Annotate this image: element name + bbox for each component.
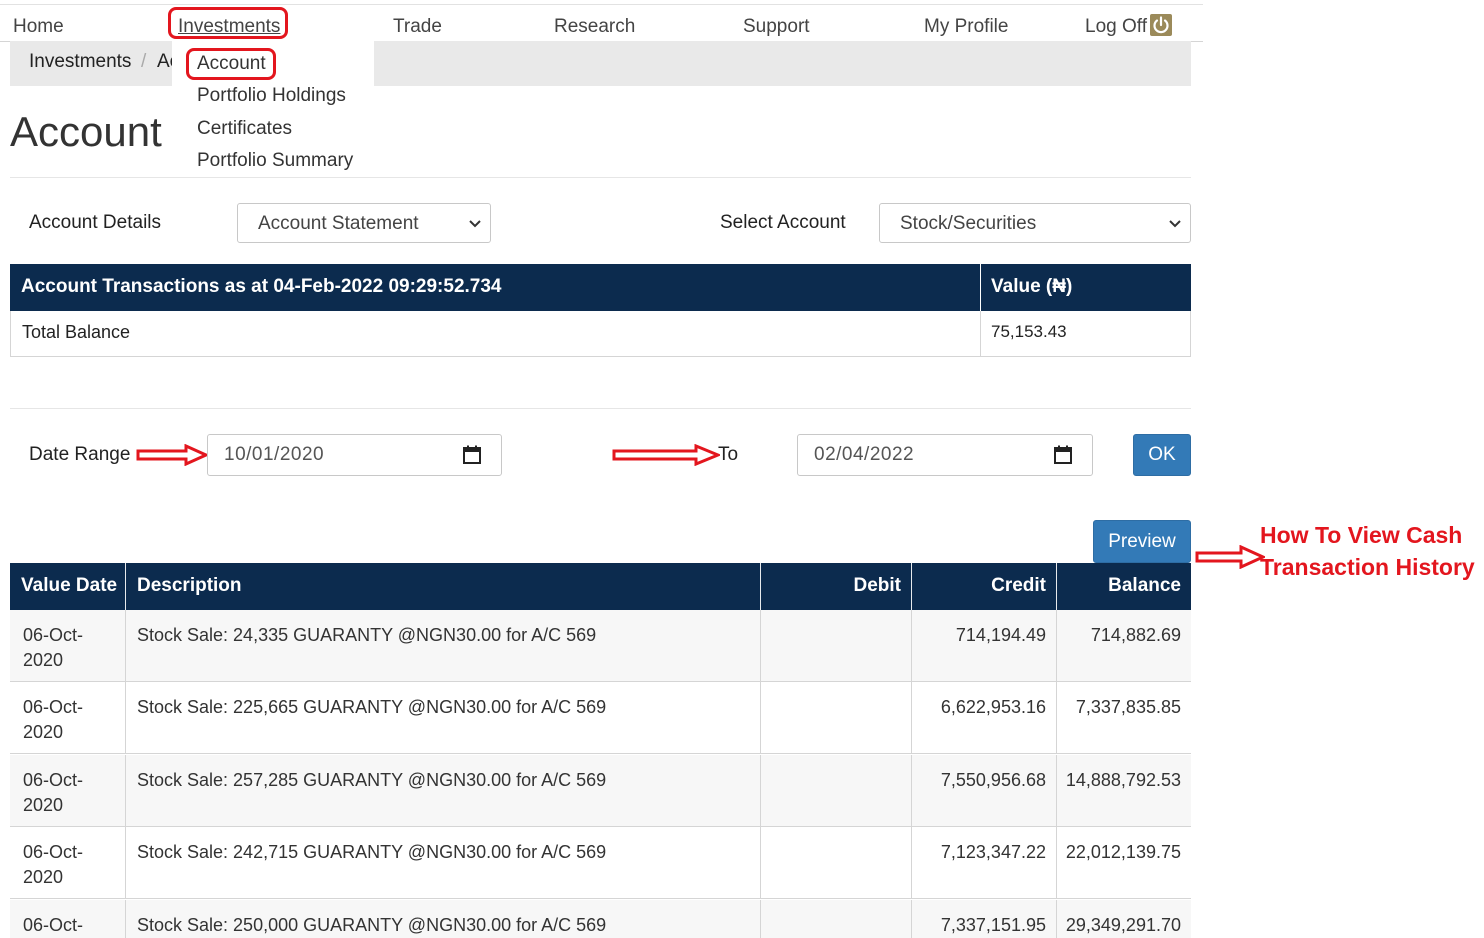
column-divider — [125, 563, 126, 610]
column-divider — [1056, 563, 1057, 610]
divider — [10, 177, 1191, 178]
transactions-table-header: Value Date Description Debit Credit Bala… — [10, 563, 1191, 610]
balance: 22,012,139.75 — [1065, 842, 1181, 862]
value-date: 06-Oct- 2020 — [23, 770, 84, 815]
description: Stock Sale: 257,285 GUARANTY @NGN30.00 f… — [137, 770, 607, 790]
date-to-input[interactable]: 02/04/2022 — [797, 434, 1093, 476]
description: Stock Sale: 242,715 GUARANTY @NGN30.00 f… — [137, 842, 607, 862]
column-divider — [980, 264, 981, 311]
arrow-right-icon — [136, 444, 208, 466]
balance: 714,882.69 — [1090, 625, 1181, 645]
menu-item-portfolio-summary[interactable]: Portfolio Summary — [197, 150, 353, 172]
account-details-select[interactable]: Account Statement — [237, 203, 491, 243]
value-date: 06-Oct- 2020 — [23, 625, 84, 670]
summary-table-header: Account Transactions as at 04-Feb-2022 0… — [10, 264, 1191, 311]
annotation-line-1: How To View Cash — [1260, 522, 1463, 548]
column-divider — [980, 311, 981, 356]
menu-item-certificates[interactable]: Certificates — [197, 118, 292, 140]
nav-trade[interactable]: Trade — [393, 16, 442, 38]
credit: 7,123,347.22 — [940, 842, 1046, 862]
date-to-label: To — [718, 444, 739, 465]
balance: 29,349,291.70 — [1065, 915, 1181, 935]
chevron-down-icon — [1169, 220, 1181, 228]
nav-home[interactable]: Home — [13, 16, 64, 38]
investments-highlight — [168, 7, 288, 39]
ok-button[interactable]: OK — [1133, 434, 1191, 476]
table-row: 06-Oct- Stock Sale: 250,000 GUARANTY @NG… — [10, 900, 1191, 938]
nav-research[interactable]: Research — [554, 16, 635, 38]
table-row: 06-Oct- 2020 Stock Sale: 24,335 GUARANTY … — [10, 610, 1191, 682]
col-header-debit: Debit — [853, 575, 902, 596]
account-details-label: Account Details — [29, 212, 162, 233]
menu-item-portfolio-holdings[interactable]: Portfolio Holdings — [197, 85, 346, 107]
table-row: 06-Oct- 2020 Stock Sale: 225,665 GUARANTY… — [10, 682, 1191, 754]
col-header-value-date: Value Date — [21, 575, 118, 596]
balance: 14,888,792.53 — [1065, 770, 1181, 790]
nav-my-profile[interactable]: My Profile — [924, 16, 1008, 38]
total-balance-value: 75,153.43 — [991, 322, 1067, 341]
select-account-value: Stock/Securities — [900, 213, 1037, 234]
breadcrumb-investments[interactable]: Investments — [29, 51, 131, 73]
date-range-label: Date Range — [29, 444, 131, 465]
description: Stock Sale: 225,665 GUARANTY @NGN30.00 f… — [137, 697, 607, 717]
preview-button[interactable]: Preview — [1093, 520, 1191, 563]
total-balance-label: Total Balance — [22, 322, 131, 342]
account-details-value: Account Statement — [258, 213, 419, 234]
breadcrumb-separator: / — [141, 51, 147, 72]
select-account-label: Select Account — [720, 212, 846, 233]
col-header-credit: Credit — [991, 575, 1046, 596]
arrow-right-icon — [612, 444, 720, 466]
calendar-icon[interactable] — [463, 445, 481, 464]
annotation-line-2: Transaction History — [1260, 554, 1475, 580]
summary-header-title: Account Transactions as at 04-Feb-2022 0… — [21, 276, 502, 297]
col-header-balance: Balance — [1108, 575, 1181, 596]
date-to-value: 02/04/2022 — [814, 444, 915, 465]
credit: 714,194.49 — [955, 625, 1046, 645]
value-date: 06-Oct- 2020 — [23, 697, 84, 742]
divider — [10, 408, 1191, 409]
column-divider — [911, 563, 912, 610]
col-header-description: Description — [137, 575, 242, 596]
credit: 6,622,953.16 — [940, 697, 1046, 717]
credit: 7,550,956.68 — [940, 770, 1046, 790]
summary-header-value: Value (₦) — [991, 276, 1073, 297]
value-date: 06-Oct- — [23, 915, 84, 935]
nav-log-off[interactable]: Log Off — [1085, 16, 1147, 38]
chevron-down-icon — [469, 220, 481, 228]
power-icon[interactable] — [1150, 14, 1172, 36]
annotation-note: How To View Cash Transaction History — [1260, 519, 1475, 583]
summary-row: Total Balance 75,153.43 — [10, 311, 1191, 357]
credit: 7,337,151.95 — [940, 915, 1046, 935]
column-divider — [760, 563, 761, 610]
date-from-input[interactable]: 10/01/2020 — [207, 434, 502, 476]
calendar-icon[interactable] — [1054, 445, 1072, 464]
table-row: 06-Oct- 2020 Stock Sale: 242,715 GUARANTY… — [10, 827, 1191, 899]
nav-support[interactable]: Support — [743, 16, 810, 38]
account-highlight — [186, 48, 276, 80]
balance: 7,337,835.85 — [1075, 697, 1181, 717]
date-from-value: 10/01/2020 — [224, 444, 325, 465]
description: Stock Sale: 250,000 GUARANTY @NGN30.00 f… — [137, 915, 607, 935]
table-row: 06-Oct- 2020 Stock Sale: 257,285 GUARANTY… — [10, 755, 1191, 827]
value-date: 06-Oct- 2020 — [23, 842, 84, 887]
description: Stock Sale: 24,335 GUARANTY @NGN30.00 fo… — [137, 625, 597, 645]
arrow-right-icon — [1195, 545, 1265, 569]
select-account-select[interactable]: Stock/Securities — [879, 203, 1191, 243]
